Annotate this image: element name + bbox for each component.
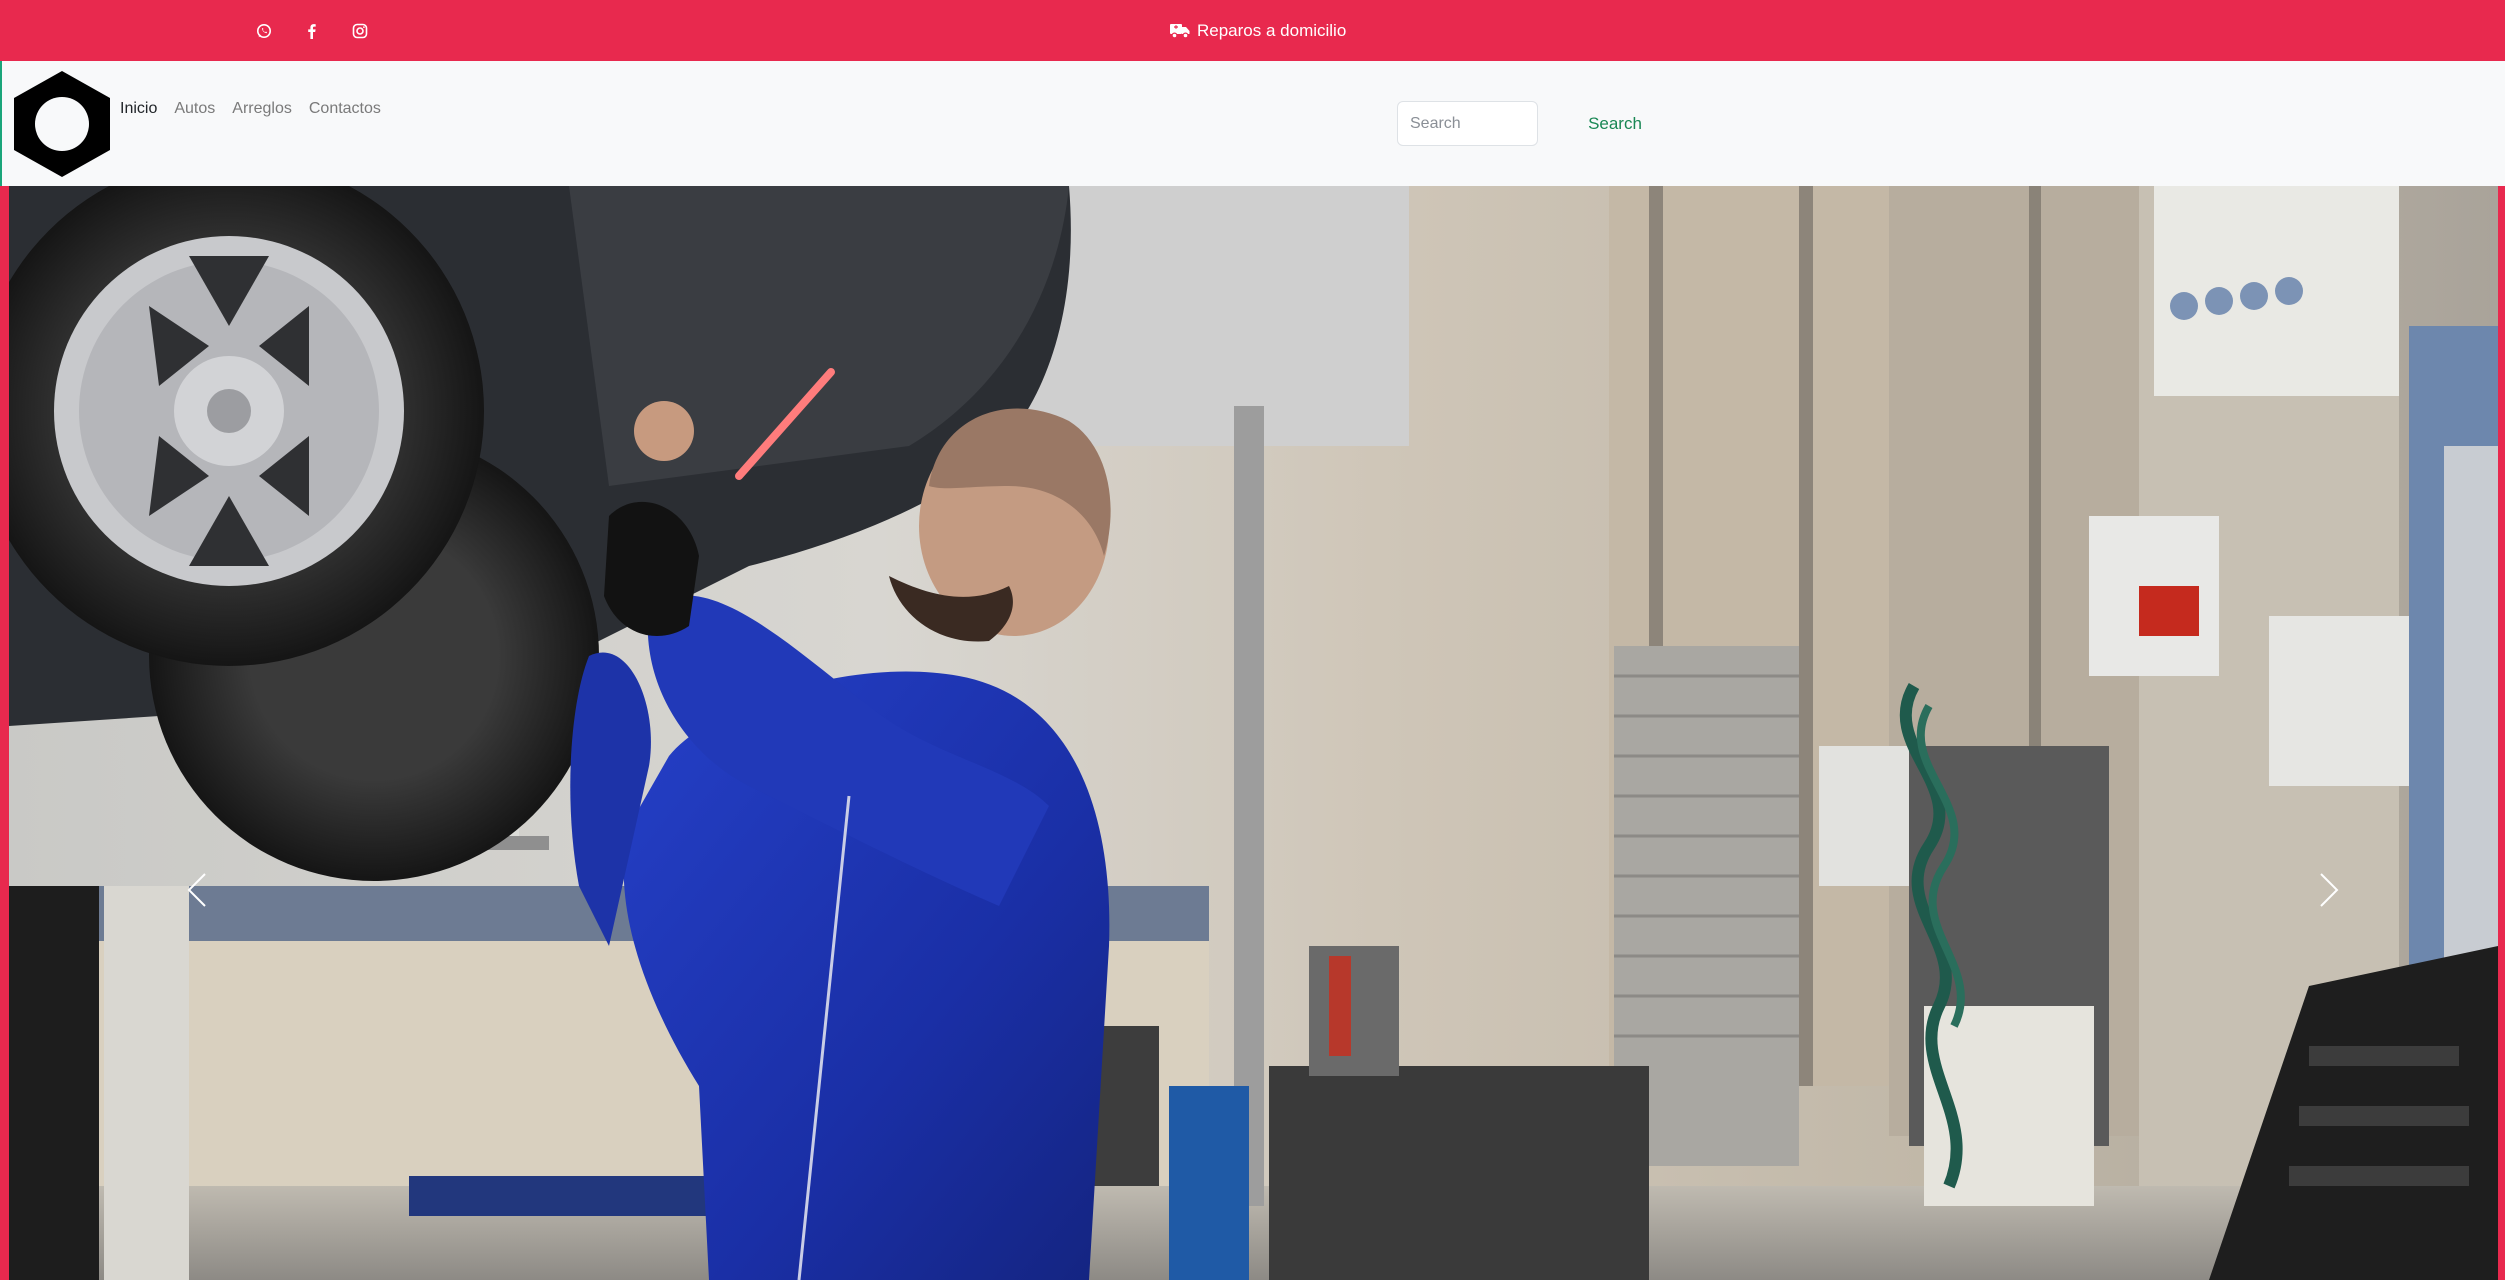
nav-link-inicio[interactable]: Inicio	[120, 98, 165, 120]
promo-banner: Reparos a domicilio	[1170, 19, 1346, 43]
nav-link-contactos[interactable]: Contactos	[309, 98, 389, 120]
facebook-icon[interactable]	[301, 20, 323, 42]
chevron-left-icon	[185, 872, 209, 908]
search-input[interactable]	[1397, 101, 1538, 146]
nav-link-autos[interactable]: Autos	[174, 98, 223, 120]
nav-link-arreglos[interactable]: Arreglos	[232, 98, 300, 120]
chevron-right-icon	[2317, 872, 2341, 908]
top-bar: Reparos a domicilio	[0, 0, 2505, 61]
carousel-prev-button[interactable]	[167, 860, 227, 920]
carousel-next-button[interactable]	[2299, 860, 2359, 920]
promo-text: Reparos a domicilio	[1197, 21, 1347, 40]
whatsapp-icon[interactable]	[253, 20, 275, 42]
hex-nut-logo[interactable]	[11, 69, 113, 179]
hero-image	[9, 186, 2498, 1280]
truck-icon	[1170, 23, 1190, 39]
instagram-icon[interactable]	[349, 20, 371, 42]
navbar: Inicio Autos Arreglos Contactos Search	[0, 61, 2505, 186]
hero-carousel	[0, 186, 2505, 1280]
search-button[interactable]: Search	[1572, 101, 1658, 146]
nav-links: Inicio Autos Arreglos Contactos	[120, 98, 398, 120]
